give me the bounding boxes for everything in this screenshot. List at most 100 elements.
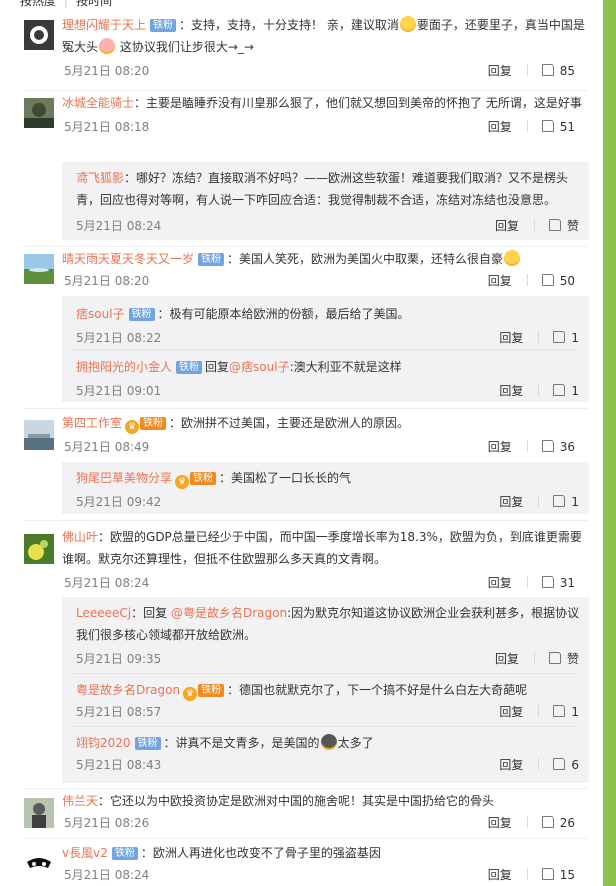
vip-crown-icon: ♛ — [183, 687, 198, 701]
avatar[interactable] — [24, 420, 54, 450]
reply-username[interactable]: 痞soul子 — [76, 307, 125, 321]
reply-button[interactable]: 回复 — [488, 868, 512, 882]
like-count[interactable]: 26 — [560, 816, 575, 830]
reply-button[interactable]: 回复 — [488, 440, 512, 454]
like-thumb-icon[interactable] — [541, 120, 554, 132]
reply-button[interactable]: 回复 — [495, 219, 519, 233]
comment-time: 5月21日 08:26 — [64, 816, 150, 830]
like-thumb-icon[interactable] — [553, 331, 566, 343]
reply-button[interactable]: 回复 — [488, 816, 512, 830]
fan-badge[interactable]: 铁粉 — [134, 737, 161, 750]
like-count[interactable]: 1 — [571, 384, 579, 398]
like-thumb-icon[interactable] — [553, 495, 566, 507]
reply-item: LeeeeeCj：回复 @粤是故乡名Dragon:因为默克尔知道这协议欧洲企业会… — [76, 602, 581, 669]
fan-badge[interactable]: 铁粉 — [128, 308, 155, 321]
comment-text: ：欧洲拼不过美国，主要还是欧洲人的原因。 — [169, 416, 410, 430]
comment-username[interactable]: 晴天雨天夏天冬天又一岁 — [62, 252, 194, 266]
fan-badge[interactable]: 铁粉 — [176, 361, 203, 374]
like-thumb-icon[interactable] — [541, 576, 554, 588]
like-count[interactable]: 6 — [571, 758, 579, 772]
comment-username[interactable]: v長風v2 — [62, 846, 108, 860]
reply-item: 翊钧2020 铁粉 ：讲真不是文青多，是美国的 太多了 5月21日 08:43 回复 6 — [76, 732, 581, 775]
like-count[interactable]: 1 — [571, 705, 579, 719]
like-count[interactable]: 50 — [560, 274, 575, 288]
like-thumb-icon[interactable] — [541, 64, 554, 76]
reply-button[interactable]: 回复 — [499, 495, 523, 509]
reply-text: ：美国松了一口长长的气 — [219, 471, 352, 485]
reply-thread: 鸢飞狐影：哪好？冻结？直接取消不好吗？——欧洲这些软蛋！难道要我们取消？又不是楞… — [62, 162, 589, 240]
thinking-emoji-icon — [399, 16, 416, 32]
reply-username[interactable]: LeeeeeCj — [76, 606, 131, 620]
like-thumb-icon[interactable] — [548, 652, 561, 664]
emoji-icon — [320, 734, 337, 750]
reply-time: 5月21日 08:24 — [76, 219, 162, 233]
reply-button[interactable]: 回复 — [499, 331, 523, 345]
reply-time: 5月21日 09:01 — [76, 384, 162, 398]
reply-button[interactable]: 回复 — [488, 120, 512, 134]
reply-button[interactable]: 回复 — [488, 274, 512, 288]
like-count[interactable]: 15 — [560, 868, 575, 882]
fan-badge[interactable]: 铁粉 — [111, 847, 138, 860]
comment-text: ：主要是瞌睡乔没有川皇那么狠了，他们就又想回到美帝的怀抱了 无所谓，这是好事 — [134, 96, 582, 110]
vip-crown-icon: ♛ — [175, 475, 190, 489]
avatar[interactable] — [24, 798, 54, 828]
angry-emoji-icon — [99, 38, 116, 54]
fan-badge[interactable]: 铁粉 — [150, 19, 177, 32]
like-thumb-icon[interactable] — [541, 868, 554, 880]
comment-text: ：美国人笑死，欧洲为美国火中取栗，还特么很自豪 — [227, 252, 504, 266]
fan-badge[interactable]: 铁粉 — [198, 253, 225, 266]
reply-username[interactable]: 拥抱阳光的小金人 — [76, 360, 172, 374]
reply-target-mention[interactable]: @粤是故乡名Dragon — [171, 606, 287, 620]
like-count[interactable]: 1 — [571, 495, 579, 509]
reply-text: ：极有可能原本给欧洲的份额，最后给了美国。 — [157, 307, 410, 321]
reply-button[interactable]: 回复 — [499, 705, 523, 719]
like-thumb-icon[interactable] — [541, 440, 554, 452]
comment-username[interactable]: 冰城全能骑士 — [62, 96, 134, 110]
avatar[interactable] — [24, 534, 54, 564]
sort-by-hot-tab[interactable]: 按热度 — [20, 0, 56, 8]
like-count[interactable]: 赞 — [567, 652, 579, 666]
like-count[interactable]: 51 — [560, 120, 575, 134]
reply-username[interactable]: 粤是故乡名Dragon — [76, 683, 180, 697]
reply-target-mention[interactable]: @痞soul子 — [229, 360, 290, 374]
like-thumb-icon[interactable] — [553, 705, 566, 717]
comments-panel: 按热度 | 按时间 理想闪耀于天上 铁粉 ：支持，支持，十分支持！ 亲，建议取消 要面子，… — [0, 0, 603, 886]
comment-username[interactable]: 佛山叶 — [62, 530, 98, 544]
avatar[interactable] — [24, 254, 54, 284]
avatar[interactable] — [24, 98, 54, 128]
reply-button[interactable]: 回复 — [488, 576, 512, 590]
like-thumb-icon[interactable] — [541, 274, 554, 286]
avatar[interactable] — [24, 20, 54, 50]
like-thumb-icon[interactable] — [553, 384, 566, 396]
fan-badge[interactable]: 铁粉 — [190, 472, 217, 485]
reply-to-label: 回复 — [143, 606, 168, 620]
reply-button[interactable]: 回复 — [499, 384, 523, 398]
reply-button[interactable]: 回复 — [488, 64, 512, 78]
comment-text: ：欧洲人再进化也改变不了骨子里的强盗基因 — [140, 846, 381, 860]
like-count[interactable]: 赞 — [567, 219, 579, 233]
like-thumb-icon[interactable] — [548, 219, 561, 231]
avatar[interactable] — [24, 850, 54, 880]
like-count[interactable]: 85 — [560, 64, 575, 78]
reply-username[interactable]: 翊钧2020 — [76, 736, 131, 750]
like-thumb-icon[interactable] — [541, 816, 554, 828]
comment-username[interactable]: 第四工作室 — [62, 416, 122, 430]
reply-thread: LeeeeeCj：回复 @粤是故乡名Dragon:因为默克尔知道这协议欧洲企业会… — [62, 597, 589, 783]
reply-button[interactable]: 回复 — [495, 652, 519, 666]
like-count[interactable]: 31 — [560, 576, 575, 590]
comment-username[interactable]: 伟兰天 — [62, 794, 98, 808]
sort-by-time-tab[interactable]: 按时间 — [76, 0, 112, 8]
vip-crown-icon: ♛ — [125, 420, 140, 434]
comment-username[interactable]: 理想闪耀于天上 — [62, 18, 146, 32]
reply-username[interactable]: 鸢飞狐影 — [76, 171, 124, 185]
fan-badge[interactable]: 铁粉 — [198, 684, 225, 697]
like-thumb-icon[interactable] — [553, 758, 566, 770]
comment-time: 5月21日 08:20 — [64, 64, 150, 78]
comment-text: ：支持，支持，十分支持！ 亲，建议取消 — [179, 18, 399, 32]
like-count[interactable]: 1 — [571, 331, 579, 345]
fan-badge[interactable]: 铁粉 — [140, 417, 167, 430]
reply-text: :澳大利亚不就是这样 — [289, 360, 402, 374]
reply-username[interactable]: 狗尾巴草美物分享 — [76, 471, 172, 485]
like-count[interactable]: 36 — [560, 440, 575, 454]
reply-button[interactable]: 回复 — [499, 758, 523, 772]
